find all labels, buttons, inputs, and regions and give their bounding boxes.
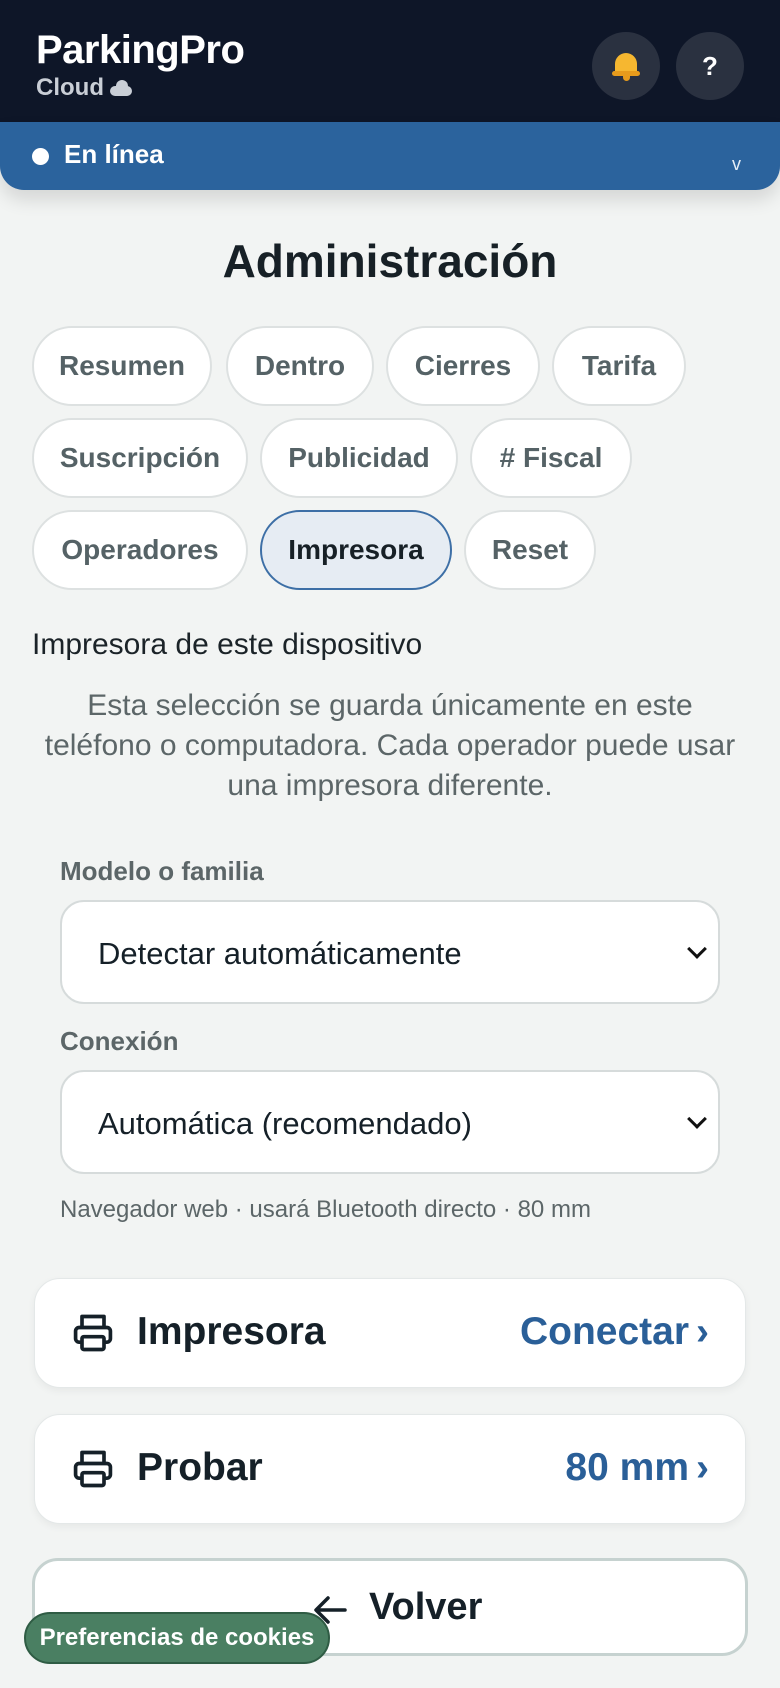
connect-printer-card[interactable]: Impresora Conectar › xyxy=(34,1278,746,1388)
tab-suscripcion[interactable]: Suscripción xyxy=(32,418,248,498)
section-description: Esta selección se guarda únicamente en e… xyxy=(44,689,736,802)
model-select-value: Detectar automáticamente xyxy=(98,936,462,971)
connection-select[interactable]: Automática (recomendado) xyxy=(60,1070,720,1174)
tab-impresora[interactable]: Impresora xyxy=(260,510,452,590)
chevron-down-icon xyxy=(687,1109,707,1129)
action-label: Impresora xyxy=(137,1310,326,1353)
tab-resumen[interactable]: Resumen xyxy=(32,326,212,406)
tab-dentro[interactable]: Dentro xyxy=(226,326,374,406)
app-subtitle: Cloud xyxy=(36,74,244,102)
brand: ParkingPro Cloud xyxy=(36,28,245,102)
chevron-down-icon xyxy=(687,939,707,959)
tab-operadores[interactable]: Operadores xyxy=(32,510,248,590)
printer-hint: Navegador web · usará Bluetooth directo … xyxy=(60,1196,591,1223)
back-label: Volver xyxy=(369,1586,483,1628)
chevron-right-icon: › xyxy=(696,1310,709,1353)
tab-publicidad[interactable]: Publicidad xyxy=(260,418,458,498)
connection-label: Conexión xyxy=(60,1026,179,1056)
chevron-down-icon[interactable]: v xyxy=(732,154,741,175)
action-label: Probar xyxy=(137,1446,263,1489)
action-value: 80 mm xyxy=(565,1446,689,1489)
tab-tarifa[interactable]: Tarifa xyxy=(552,326,686,406)
bell-icon xyxy=(612,51,640,81)
app-header: ParkingPro Cloud ? xyxy=(0,0,780,124)
tab-reset[interactable]: Reset xyxy=(464,510,596,590)
help-button[interactable]: ? xyxy=(676,32,744,100)
connection-status-bar[interactable]: En línea v xyxy=(0,122,780,190)
app-subtitle-text: Cloud xyxy=(36,74,104,101)
cloud-icon xyxy=(108,80,134,96)
tab-cierres[interactable]: Cierres xyxy=(386,326,540,406)
printer-icon xyxy=(73,1450,113,1488)
printer-icon xyxy=(73,1314,113,1352)
test-print-card[interactable]: Probar 80 mm › xyxy=(34,1414,746,1524)
status-label: En línea xyxy=(64,139,164,169)
chevron-right-icon: › xyxy=(696,1446,709,1489)
cookie-preferences-button[interactable]: Preferencias de cookies xyxy=(24,1612,330,1664)
model-label: Modelo o familia xyxy=(60,856,264,886)
action-value: Conectar xyxy=(519,1310,689,1353)
section-title: Impresora de este dispositivo xyxy=(32,628,423,661)
status-dot xyxy=(32,148,49,165)
connection-select-value: Automática (recomendado) xyxy=(98,1106,472,1141)
page-title: Administración xyxy=(222,235,558,287)
tab-fiscal[interactable]: # Fiscal xyxy=(470,418,632,498)
app-title: ParkingPro xyxy=(36,28,245,72)
model-select[interactable]: Detectar automáticamente xyxy=(60,900,720,1004)
notifications-button[interactable] xyxy=(592,32,660,100)
